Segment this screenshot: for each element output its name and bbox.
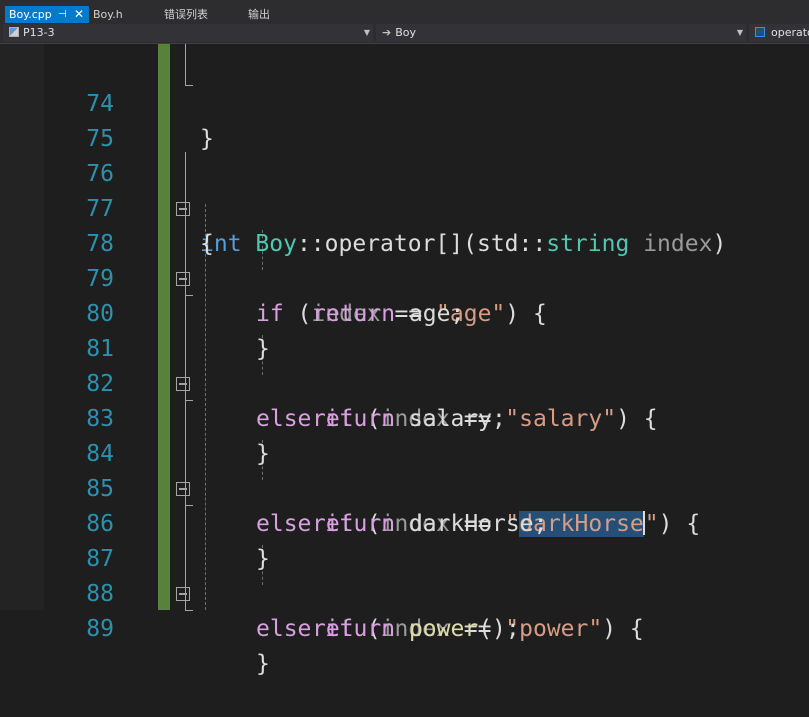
code-line[interactable]: 86 } <box>0 472 809 572</box>
tab-boy-h[interactable]: Boy.h <box>93 6 123 23</box>
member-dropdown[interactable]: operator <box>749 24 809 42</box>
tab-label: Boy.h <box>93 8 123 21</box>
code-line[interactable]: 83 } <box>0 367 809 467</box>
project-dropdown[interactable]: P13-3 ▼ <box>3 24 373 42</box>
code-line[interactable]: 75 <box>0 87 809 152</box>
code-text: return power(); <box>312 612 520 647</box>
tab-label: 错误列表 <box>164 8 208 21</box>
code-line[interactable]: 77 { <box>0 157 809 257</box>
tab-error-list[interactable]: 错误列表 <box>164 6 208 23</box>
close-icon[interactable]: ✕ <box>74 6 84 23</box>
tab-label: Boy.cpp <box>9 8 52 21</box>
pin-icon[interactable]: ⊣ <box>58 6 67 23</box>
paren: ) { <box>602 616 644 642</box>
keyword: return <box>312 616 396 642</box>
code-line[interactable]: 81 else if (index == "salary") { <box>0 297 809 432</box>
code-line[interactable]: 85 return darkHorse; <box>0 437 809 537</box>
chevron-down-icon: ▼ <box>363 28 370 37</box>
scope-label: Boy <box>395 26 417 39</box>
code-line[interactable]: 79 return age; <box>0 227 809 327</box>
code-line[interactable]: 82 return salary; <box>0 332 809 432</box>
code-line[interactable]: 78 if (index == "age") { <box>0 192 809 327</box>
scope-dropdown[interactable]: ➔ Boy ▼ <box>376 24 746 42</box>
code-line[interactable]: 87 else if (index == "power") { <box>0 507 809 642</box>
line-number: 89 <box>86 616 114 642</box>
tab-output[interactable]: 输出 <box>248 6 270 23</box>
arrow-right-icon: ➔ <box>382 26 392 39</box>
function-name: power <box>395 616 479 642</box>
project-icon <box>9 27 19 37</box>
code-line[interactable]: 74 } <box>0 52 809 152</box>
code-editor[interactable]: 74 } 75 76 int Boy::operator[](std::stri… <box>0 44 809 677</box>
chevron-down-icon: ▼ <box>736 28 743 37</box>
code-line[interactable]: 84 else if (index == "darkHorse") { <box>0 402 809 537</box>
code-line[interactable]: 80 } <box>0 262 809 362</box>
method-icon <box>755 27 765 37</box>
tab-label: 输出 <box>248 8 270 21</box>
call-parens: (); <box>478 616 520 642</box>
code-line[interactable]: 89 } <box>0 577 809 677</box>
navigation-bar: P13-3 ▼ ➔Boy ▼ operator <box>0 23 809 44</box>
code-line[interactable]: 88 return power(); <box>0 542 809 642</box>
project-label: P13-3 <box>23 26 55 39</box>
code-text: } <box>256 651 270 677</box>
code-line[interactable]: 76 int Boy::operator[](std::string index… <box>0 122 809 257</box>
string-literal: "power" <box>505 616 603 642</box>
document-tab-strip: Boy.cpp ⊣ ✕ Boy.h 错误列表 输出 <box>0 0 809 23</box>
member-label: operator <box>771 26 809 39</box>
tab-boy-cpp[interactable]: Boy.cpp ⊣ ✕ <box>5 6 89 23</box>
